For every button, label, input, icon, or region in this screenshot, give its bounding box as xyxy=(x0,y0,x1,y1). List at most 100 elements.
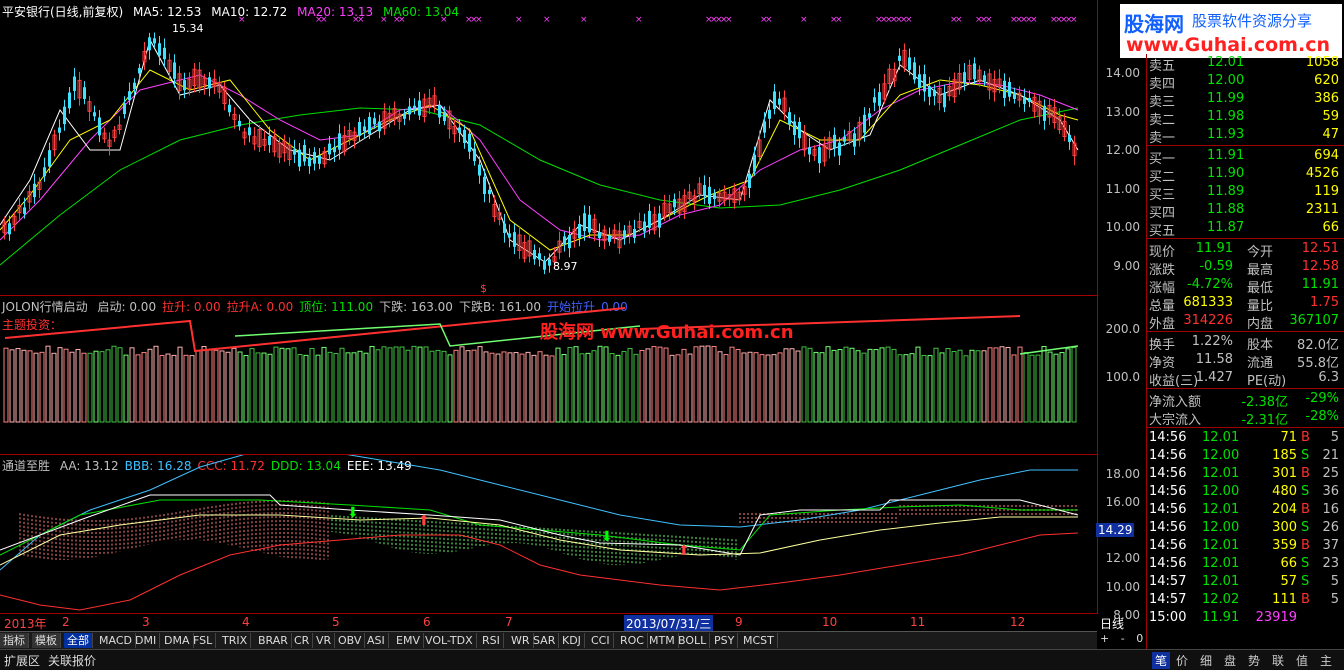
tab-指标[interactable]: 指标 xyxy=(0,633,29,648)
candle-body xyxy=(483,176,486,195)
related-quote-tab[interactable]: 关联报价 xyxy=(48,652,96,669)
period-label[interactable]: 日线 xyxy=(1100,615,1124,632)
view-tab[interactable]: 细 xyxy=(1200,652,1212,669)
tab-全部[interactable]: 全部 xyxy=(64,633,93,648)
info-value: 1.427 xyxy=(1195,370,1233,385)
tab-boll[interactable]: BOLL xyxy=(675,633,711,648)
tick-volume: 66 xyxy=(1280,556,1297,571)
jolon-bar xyxy=(1071,347,1077,423)
info-label: PE(动) xyxy=(1247,374,1287,389)
jolon-bar xyxy=(951,351,957,423)
candle-body xyxy=(163,47,166,60)
quote-row: 14:57 12.01 57 S 5 xyxy=(1147,573,1343,591)
tick-count: 5 xyxy=(1330,574,1339,589)
candle-body xyxy=(1043,105,1046,121)
tab-macd[interactable]: MACD xyxy=(96,633,136,648)
price-chart-panel[interactable]: 平安银行(日线,前复权) MA5: 12.53 MA10: 12.72 MA20… xyxy=(0,0,1098,296)
tick-count: 5 xyxy=(1330,430,1339,445)
jolon-bar xyxy=(501,351,507,423)
tab-dmi[interactable]: DMI xyxy=(132,633,161,648)
y-tick: 10.00 xyxy=(1105,220,1140,234)
zoom-out-button[interactable]: - xyxy=(1121,632,1125,645)
zoom-in-button[interactable]: + xyxy=(1100,632,1109,645)
view-tab[interactable]: 势 xyxy=(1248,652,1260,669)
jolon-bar xyxy=(189,355,195,423)
jolon-bar xyxy=(27,350,33,423)
y-tick: 11.00 xyxy=(1105,182,1140,196)
date-tick: 4 xyxy=(242,615,250,629)
tab-vol-tdx[interactable]: VOL-TDX xyxy=(422,633,477,648)
jolon-bar xyxy=(723,354,729,423)
tab-cr[interactable]: CR xyxy=(291,633,314,648)
jolon-bar xyxy=(381,346,387,423)
jolon-bar xyxy=(861,352,867,423)
dollar-marker-icon: $ xyxy=(480,282,487,295)
tab-sar[interactable]: SAR xyxy=(530,633,560,648)
tab-vr[interactable]: VR xyxy=(313,633,336,648)
tab-trix[interactable]: TRIX xyxy=(219,633,252,648)
tab-mtm[interactable]: MTM xyxy=(646,633,679,648)
jolon-bar xyxy=(303,354,309,423)
tab-psy[interactable]: PSY xyxy=(711,633,739,648)
tab-mcst[interactable]: MCST xyxy=(740,633,778,648)
tab-controls[interactable]: + - 0 xyxy=(1098,632,1144,645)
jolon-bar xyxy=(387,347,393,423)
channel-indicator-panel[interactable]: 通道至胜 AA: 13.12 BBB: 16.28 CCC: 11.72 DDD: 1… xyxy=(0,455,1098,614)
tick-volume: 23919 xyxy=(1255,610,1297,625)
jolon-bar xyxy=(645,348,651,423)
tab-kdj[interactable]: KDJ xyxy=(559,633,585,648)
jolon-bar xyxy=(693,346,699,423)
date-tick: 2 xyxy=(62,615,70,629)
tab-roc[interactable]: ROC xyxy=(617,633,648,648)
view-tab[interactable]: 联 xyxy=(1272,652,1284,669)
ma10-line xyxy=(0,69,1079,251)
tab-cci[interactable]: CCI xyxy=(588,633,614,648)
quote-row: 买二 11.90 4526 xyxy=(1147,165,1343,185)
quote-row: 卖一 11.93 47 xyxy=(1147,126,1343,146)
jolon-bar xyxy=(765,354,771,423)
candle-body xyxy=(478,164,481,176)
tick-price: 11.91 xyxy=(1202,610,1240,625)
ask-volume: 386 xyxy=(1314,91,1339,106)
jolon-bar xyxy=(879,347,885,423)
jolon-indicator-panel[interactable]: JOLON行情启动 启动: 0.00 拉升: 0.00 拉升A: 0.00 顶位: 1… xyxy=(0,296,1098,455)
tab-brar[interactable]: BRAR xyxy=(255,633,292,648)
jolon-bar xyxy=(789,348,795,423)
view-tab[interactable]: 盘 xyxy=(1224,652,1236,669)
ask-price: 11.93 xyxy=(1207,127,1245,142)
extension-area-tab[interactable]: 扩展区 xyxy=(4,652,40,669)
tab-rsi[interactable]: RSI xyxy=(479,633,504,648)
jolon-bar xyxy=(339,347,345,423)
jolon-bar xyxy=(783,348,789,423)
jolon-bar xyxy=(699,345,705,423)
jolon-bar xyxy=(225,351,231,423)
quote-panel: 卖五 12.01 1058 卖四 12.00 620 卖三 11.99 386 卖二 11.98 59… xyxy=(1146,54,1344,649)
view-tab[interactable]: 价 xyxy=(1176,652,1188,669)
y-tick: 18.00 xyxy=(1105,467,1140,481)
jolon-bar xyxy=(363,352,369,423)
candle-body xyxy=(328,143,331,155)
reset-button[interactable]: 0 xyxy=(1136,632,1143,645)
tab-模板[interactable]: 模板 xyxy=(32,633,61,648)
jolon-bar xyxy=(57,347,63,423)
signal-cross-icon: × xyxy=(725,15,733,25)
date-tick: 7 xyxy=(505,615,513,629)
view-tab[interactable]: 笔 xyxy=(1152,652,1171,669)
jolon-bar xyxy=(801,346,807,423)
candlestick-chart[interactable]: × ×× ×× × ×× × ××× × × × × ××××× ×× × ×× ××××××× ×× ××× ××… xyxy=(0,0,1097,295)
tab-emv[interactable]: EMV xyxy=(393,633,424,648)
channel-chart[interactable]: ⬇ ⬆ ⬇ ⬆ xyxy=(0,455,1097,613)
tab-obv[interactable]: OBV xyxy=(335,633,366,648)
view-tab[interactable]: 值 xyxy=(1296,652,1308,669)
candle-body xyxy=(358,122,361,136)
tab-dma[interactable]: DMA xyxy=(161,633,194,648)
tick-time: 14:57 xyxy=(1149,574,1187,589)
view-tab[interactable]: 主 xyxy=(1320,652,1332,669)
tab-asi[interactable]: ASI xyxy=(364,633,389,648)
jolon-bar xyxy=(963,355,969,423)
candle-body xyxy=(298,149,301,167)
tab-fsl[interactable]: FSL xyxy=(190,633,217,648)
jolon-bar xyxy=(483,351,489,423)
jolon-bar xyxy=(627,347,633,423)
signal-cross-icon: × xyxy=(515,15,523,25)
